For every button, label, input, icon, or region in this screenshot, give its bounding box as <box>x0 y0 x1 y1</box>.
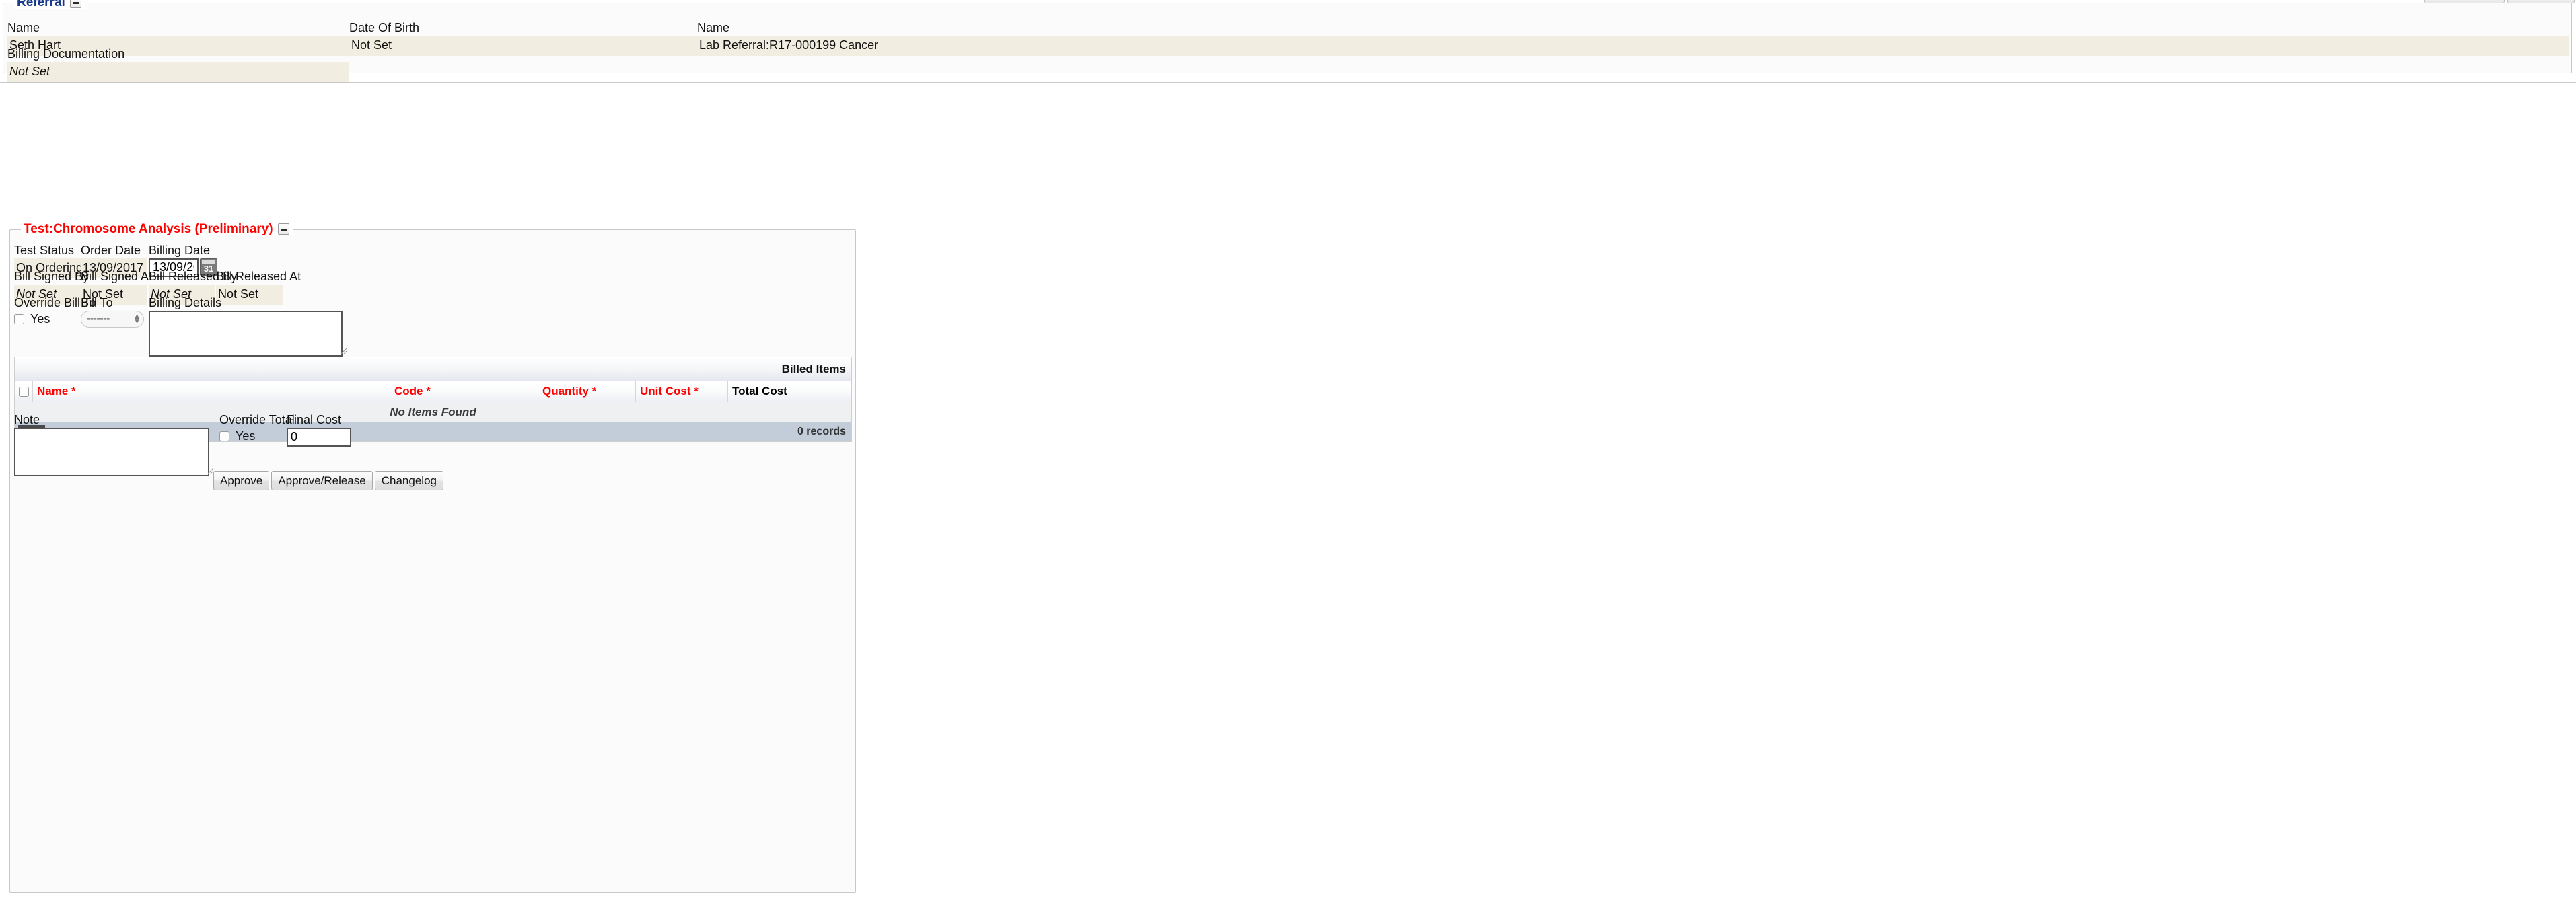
referral-field-dob-label: Date Of Birth <box>349 21 420 34</box>
referral-field-dob: Date Of Birth Not Set <box>349 20 697 56</box>
billed-items-select-all-cell <box>15 381 33 402</box>
referral-field-dob-value: Not Set <box>349 35 697 56</box>
test-action-buttons: Approve Approve/Release Changelog <box>213 471 443 490</box>
chevron-updown-icon: ▲ ▼ <box>133 311 141 326</box>
bill-to-label: Bill To <box>81 296 113 309</box>
test-field-test-status-label: Test Status <box>14 243 75 257</box>
test-field-bill-signed-at-label: Bill Signed At <box>81 270 153 283</box>
referral-section: Referral Name Seth Hart Date Of Birth No… <box>3 0 2572 82</box>
override-bill-to-checkbox-label: Yes <box>30 312 50 326</box>
test-section: Test:Chromosome Analysis (Preliminary) T… <box>9 223 856 893</box>
override-total-field: Override Total Yes <box>219 412 295 445</box>
referral-field-lab-name: Name Lab Referral:R17-000199 Cancer <box>697 20 2569 56</box>
billed-items-column-total-cost[interactable]: Total Cost <box>728 381 851 402</box>
test-legend-label: Test:Chromosome Analysis (Preliminary) <box>24 222 273 236</box>
billing-details-textarea[interactable] <box>149 310 343 357</box>
billed-items-column-unit-cost[interactable]: Unit Cost * <box>636 381 728 402</box>
test-field-bill-released-by-label: Bill Released By <box>149 270 238 283</box>
referral-section-legend: Referral <box>14 0 85 9</box>
override-bill-to-checkbox[interactable] <box>14 314 24 324</box>
approve-release-button[interactable]: Approve/Release <box>271 471 373 490</box>
billed-items-column-code[interactable]: Code * <box>390 381 538 402</box>
test-field-bill-signed-by-label: Bill Signed By <box>14 270 90 283</box>
referral-field-lab-name-value: Lab Referral:R17-000199 Cancer <box>697 35 2569 56</box>
billing-details-label: Billing Details <box>149 296 222 309</box>
referral-field-name-label: Name <box>7 21 40 34</box>
bill-to-select[interactable]: ------- ▲ ▼ <box>81 310 144 328</box>
final-cost-field: Final Cost <box>287 412 354 447</box>
override-total-row: Yes <box>219 428 287 445</box>
billed-items-column-quantity[interactable]: Quantity * <box>538 381 636 402</box>
override-total-checkbox[interactable] <box>219 431 229 441</box>
billed-items-header-row: Name * Code * Quantity * Unit Cost * Tot… <box>15 381 851 402</box>
final-cost-input[interactable] <box>287 427 351 447</box>
billed-items-select-all-checkbox[interactable] <box>18 386 29 397</box>
changelog-button[interactable]: Changelog <box>374 471 443 490</box>
override-total-checkbox-label: Yes <box>236 429 256 443</box>
note-textarea[interactable] <box>14 427 209 476</box>
note-field: Note <box>14 412 216 476</box>
approve-button[interactable]: Approve <box>213 471 270 490</box>
override-bill-to-row: Yes <box>14 311 81 328</box>
test-collapse-minus-icon[interactable] <box>277 223 289 235</box>
note-label: Note <box>14 413 40 426</box>
test-field-order-date-label: Order Date <box>81 243 141 257</box>
referral-legend-label: Referral <box>17 0 65 9</box>
billing-details-field: Billing Details <box>149 295 349 357</box>
billed-items-record-count: 0 records <box>797 426 846 437</box>
referral-field-billing-documentation-label: Billing Documentation <box>7 47 125 61</box>
override-bill-to-label: Override Bill To <box>14 296 96 309</box>
referral-field-billing-documentation: Billing Documentation Not Set <box>7 46 349 82</box>
override-total-label: Override Total <box>219 413 295 426</box>
billed-items-column-name[interactable]: Name * <box>33 381 390 402</box>
referral-collapse-minus-icon[interactable] <box>69 0 81 8</box>
panel-divider-bottom <box>0 82 2576 83</box>
referral-field-lab-name-label: Name <box>697 21 730 34</box>
final-cost-label: Final Cost <box>287 413 342 426</box>
override-bill-to-field: Override Bill To Yes <box>14 295 96 328</box>
bill-to-select-value: ------- <box>87 313 110 324</box>
test-field-billing-date-label: Billing Date <box>149 243 211 257</box>
bill-to-field: Bill To ------- ▲ ▼ <box>81 295 151 328</box>
test-field-bill-released-at-label: Bill Released At <box>216 270 301 283</box>
billed-items-caption: Billed Items <box>15 357 851 381</box>
test-section-legend: Test:Chromosome Analysis (Preliminary) <box>21 223 293 235</box>
